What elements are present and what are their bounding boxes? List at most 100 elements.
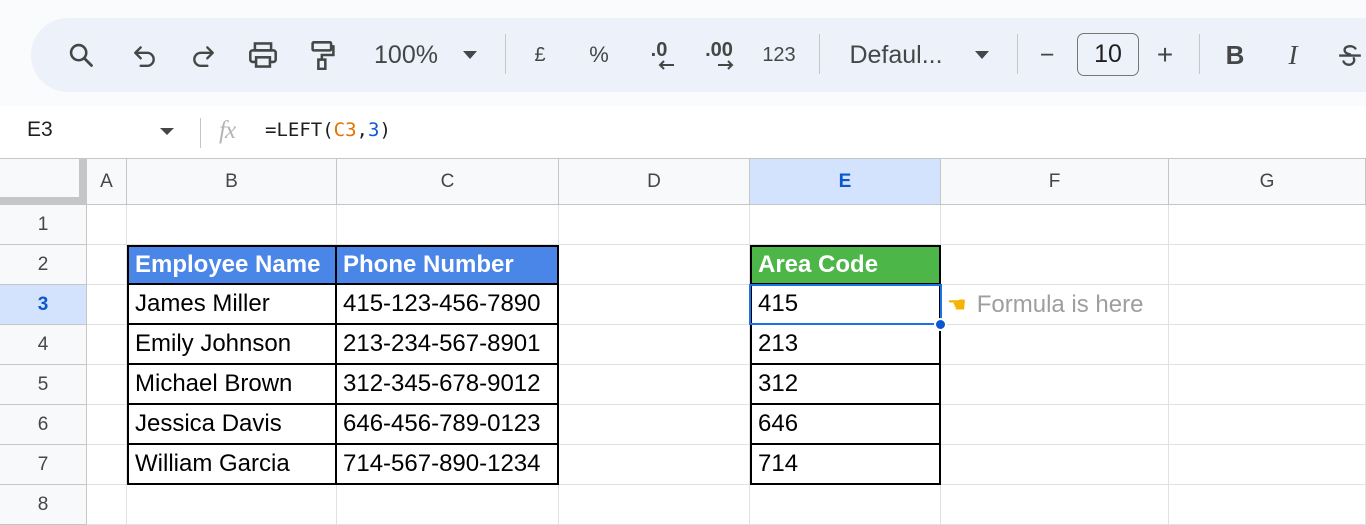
bold-button[interactable]: B <box>1221 36 1249 74</box>
column-header-g[interactable]: G <box>1169 159 1366 205</box>
column-header-b[interactable]: B <box>127 159 337 205</box>
increase-decimal-button[interactable]: .00 <box>697 36 741 74</box>
active-cell-selection <box>749 284 942 325</box>
percent-format-button[interactable]: % <box>585 36 613 74</box>
column-header-e[interactable]: E <box>750 159 941 205</box>
font-size-input[interactable]: 10 <box>1077 33 1139 76</box>
row-header-1[interactable]: 1 <box>0 205 87 245</box>
grid-cell[interactable] <box>559 405 750 445</box>
area-code-header[interactable]: Area Code <box>750 245 941 285</box>
grid-cell[interactable] <box>559 325 750 365</box>
grid-cell[interactable] <box>559 205 750 245</box>
grid-cell[interactable] <box>87 325 127 365</box>
search-icon[interactable] <box>63 36 99 74</box>
print-icon[interactable] <box>245 36 281 74</box>
grid-cell[interactable] <box>87 485 127 525</box>
increase-font-size-button[interactable]: + <box>1151 36 1179 74</box>
row-header-4[interactable]: 4 <box>0 325 87 365</box>
zoom-value[interactable]: 100% <box>367 36 445 74</box>
grid-cell[interactable] <box>1169 205 1366 245</box>
phone-number-cell[interactable]: 646-456-789-0123 <box>337 405 559 445</box>
grid-cell[interactable] <box>1169 405 1366 445</box>
name-box-dropdown-icon[interactable] <box>160 128 174 135</box>
font-family-select[interactable]: Defaul... <box>843 36 949 74</box>
employee-name-cell[interactable]: Michael Brown <box>127 365 337 405</box>
grid-cell[interactable] <box>87 365 127 405</box>
paint-format-icon[interactable] <box>307 36 339 74</box>
column-header-c[interactable]: C <box>337 159 559 205</box>
grid-cell[interactable] <box>337 205 559 245</box>
grid-cell[interactable] <box>750 205 941 245</box>
grid-cell[interactable] <box>127 485 337 525</box>
fill-handle[interactable] <box>934 318 947 331</box>
grid-cell[interactable] <box>87 285 127 325</box>
area-code-cell[interactable]: 714 <box>750 445 941 485</box>
increase-decimal-label: .00 <box>705 39 733 61</box>
more-formats-button[interactable]: 123 <box>759 36 799 74</box>
grid-cell[interactable] <box>750 485 941 525</box>
row-header-7[interactable]: 7 <box>0 445 87 485</box>
undo-icon[interactable] <box>129 36 161 74</box>
zoom-dropdown-icon[interactable] <box>459 36 481 74</box>
grid-cell[interactable] <box>87 445 127 485</box>
grid-cell[interactable] <box>1169 285 1366 325</box>
employee-name-cell[interactable]: William Garcia <box>127 445 337 485</box>
column-header-f[interactable]: F <box>941 159 1169 205</box>
font-dropdown-icon[interactable] <box>971 36 993 74</box>
table-header-employee-name[interactable]: Employee Name <box>127 245 337 285</box>
decrease-decimal-button[interactable]: .0 <box>639 36 679 74</box>
phone-number-cell[interactable]: 213-234-567-8901 <box>337 325 559 365</box>
area-code-cell[interactable]: 213 <box>750 325 941 365</box>
employee-name-cell[interactable]: James Miller <box>127 285 337 325</box>
formula-input[interactable]: =LEFT(C3,3) <box>265 119 391 141</box>
grid-cell[interactable] <box>337 485 559 525</box>
decrease-font-size-button[interactable]: − <box>1033 36 1061 74</box>
row-header-8[interactable]: 8 <box>0 485 87 525</box>
grid-cell[interactable] <box>1169 485 1366 525</box>
strikethrough-icon[interactable] <box>1333 36 1366 74</box>
grid-cell[interactable] <box>559 445 750 485</box>
employee-name-cell[interactable]: Jessica Davis <box>127 405 337 445</box>
grid-cell[interactable] <box>559 245 750 285</box>
row-header-5[interactable]: 5 <box>0 365 87 405</box>
grid-cell[interactable] <box>87 405 127 445</box>
grid-cell[interactable] <box>1169 325 1366 365</box>
phone-number-cell[interactable]: 312-345-678-9012 <box>337 365 559 405</box>
table-header-phone-number[interactable]: Phone Number <box>337 245 559 285</box>
grid-cell[interactable] <box>941 205 1169 245</box>
toolbar-divider <box>1199 34 1200 74</box>
formula-comma: , <box>356 119 368 141</box>
grid-cell[interactable] <box>941 245 1169 285</box>
name-box[interactable]: E3 <box>27 118 53 142</box>
phone-number-cell[interactable]: 714-567-890-1234 <box>337 445 559 485</box>
grid-cell[interactable] <box>941 365 1169 405</box>
fx-icon: fx <box>219 117 236 144</box>
row-header-6[interactable]: 6 <box>0 405 87 445</box>
grid-cell[interactable] <box>1169 445 1366 485</box>
grid-cell[interactable] <box>87 205 127 245</box>
phone-number-cell[interactable]: 415-123-456-7890 <box>337 285 559 325</box>
grid-cell[interactable] <box>941 445 1169 485</box>
grid-cell[interactable] <box>941 405 1169 445</box>
redo-icon[interactable] <box>187 36 219 74</box>
row-header-3[interactable]: 3 <box>0 285 87 325</box>
grid-cell[interactable] <box>1169 245 1366 285</box>
currency-format-button[interactable]: £ <box>527 36 553 74</box>
grid-cell[interactable] <box>941 485 1169 525</box>
employee-name-cell[interactable]: Emily Johnson <box>127 325 337 365</box>
italic-button[interactable]: I <box>1279 36 1307 74</box>
grid-cell[interactable] <box>127 205 337 245</box>
grid-cell[interactable] <box>559 485 750 525</box>
grid-cell[interactable] <box>1169 365 1366 405</box>
grid-cell[interactable] <box>559 365 750 405</box>
grid-cell[interactable] <box>87 245 127 285</box>
column-header-a[interactable]: A <box>87 159 127 205</box>
toolbar-divider <box>505 34 506 74</box>
row-header-2[interactable]: 2 <box>0 245 87 285</box>
area-code-cell[interactable]: 312 <box>750 365 941 405</box>
grid-cell[interactable] <box>941 325 1169 365</box>
grid-cell[interactable] <box>559 285 750 325</box>
area-code-cell[interactable]: 646 <box>750 405 941 445</box>
freeze-row-handle[interactable] <box>0 197 87 205</box>
column-header-d[interactable]: D <box>559 159 750 205</box>
